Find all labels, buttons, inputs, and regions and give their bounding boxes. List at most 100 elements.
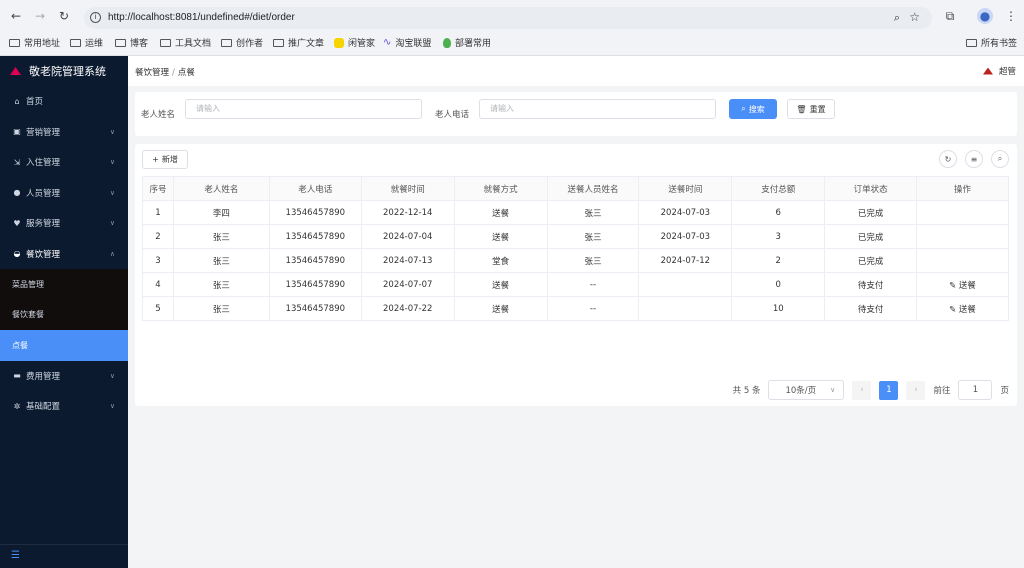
bookmark-star-icon[interactable]: ☆	[909, 10, 920, 24]
menu-dots-icon[interactable]: ⋮	[1003, 8, 1019, 24]
table-cell: 张三	[172, 224, 270, 249]
column-header: 送餐时间	[638, 176, 733, 201]
table-cell: --	[546, 296, 640, 321]
phone-label: 老人电话	[435, 110, 470, 120]
url-text[interactable]: http://localhost:8081/undefined#/diet/or…	[108, 12, 295, 23]
breadcrumb-separator: /	[172, 68, 175, 78]
column-settings-icon[interactable]: ≡	[965, 150, 983, 168]
edit-icon: ✎	[949, 280, 957, 291]
table-cell: 13546457890	[268, 248, 362, 273]
name-label: 老人姓名	[141, 110, 176, 120]
table-cell: 张三	[172, 272, 270, 297]
profile-icon[interactable]: ●	[977, 8, 993, 24]
table-cell: 张三	[546, 200, 640, 225]
bookmark-item[interactable]: 博客	[115, 36, 148, 49]
action-cell	[916, 200, 1009, 225]
chevron-down-icon: ∨	[109, 219, 115, 228]
deliver-action[interactable]: ✎ 送餐	[916, 296, 1009, 321]
deploy-icon	[443, 37, 451, 48]
sidebar-subitem-dishes[interactable]: 菜品管理	[0, 269, 128, 300]
name-input[interactable]: 请输入	[185, 99, 422, 119]
breadcrumb-item-current: 点餐	[177, 68, 195, 78]
back-arrow-icon[interactable]: ←	[8, 8, 24, 24]
sidebar: 敬老院管理系统 ⌂ 首页 ▣ 营销管理 ∨ ⇲ 入住管理 ∨ ● 人员管理 ∨ ♥ 服务管理 ∨ …	[0, 56, 128, 568]
prev-page-button[interactable]: ‹	[852, 380, 872, 400]
next-page-button[interactable]: ›	[906, 380, 926, 400]
sidebar-item-fees[interactable]: ▬ 费用管理 ∨	[0, 361, 128, 392]
forward-arrow-icon[interactable]: →	[32, 8, 48, 24]
table-cell: 2024-07-12	[638, 248, 733, 273]
bookmark-item[interactable]: 闲管家	[334, 36, 375, 49]
table-cell: 待支付	[824, 296, 918, 321]
table-row: 4 张三 13546457890 2024-07-07 送餐 -- 0 待支付 …	[142, 272, 1009, 297]
bookmark-item[interactable]: 运维	[70, 36, 103, 49]
address-bar[interactable]: i http://localhost:8081/undefined#/diet/…	[84, 7, 932, 29]
browser-chrome: ← → ↻ i http://localhost:8081/undefined#…	[0, 0, 1024, 56]
page-jump-input[interactable]: 1	[958, 380, 993, 400]
chevron-up-icon: ∧	[109, 249, 115, 258]
search-icon: ⌕	[741, 104, 746, 113]
refresh-icon[interactable]: ↻	[939, 150, 957, 168]
sidebar-item-checkin[interactable]: ⇲ 入住管理 ∨	[0, 147, 128, 178]
user-icon: ●	[13, 188, 21, 198]
table-cell: 张三	[172, 296, 270, 321]
table-cell: 6	[731, 200, 826, 225]
add-button[interactable]: + 新增	[142, 150, 188, 169]
user-menu[interactable]: 超管	[982, 65, 1016, 77]
app-logo[interactable]: 敬老院管理系统	[0, 56, 128, 86]
reload-icon[interactable]: ↻	[56, 8, 72, 24]
gear-icon: ✲	[13, 401, 21, 411]
table-cell: 送餐	[453, 272, 548, 297]
sidebar-item-home[interactable]: ⌂ 首页	[0, 86, 128, 117]
collapse-menu-icon[interactable]: ☰	[11, 550, 20, 561]
bookmark-item[interactable]: ∿ 淘宝联盟	[383, 36, 431, 49]
taobao-union-icon: ∿	[383, 37, 392, 48]
sidebar-item-marketing[interactable]: ▣ 营销管理 ∨	[0, 117, 128, 148]
sidebar-subitem-packages[interactable]: 餐饮套餐	[0, 299, 128, 330]
table-cell: 2	[142, 224, 174, 249]
bookmark-item[interactable]: 部署常用	[443, 36, 491, 49]
table-cell: 已完成	[824, 248, 918, 273]
all-bookmarks[interactable]: 所有书签	[966, 36, 1017, 49]
column-header: 支付总额	[731, 176, 826, 201]
table-row: 1 李四 13546457890 2022-12-14 送餐 张三 2024-0…	[142, 200, 1009, 225]
toggle-search-icon[interactable]: ⌕	[991, 150, 1009, 168]
table-cell: 张三	[172, 248, 270, 273]
user-name: 超管	[998, 67, 1016, 77]
bookmark-item[interactable]: 创作者	[221, 36, 263, 49]
bookmark-item[interactable]: 常用地址	[9, 36, 60, 49]
folder-icon	[273, 38, 284, 47]
sidebar-item-service[interactable]: ♥ 服务管理 ∨	[0, 208, 128, 239]
sidebar-item-config[interactable]: ✲ 基础配置 ∨	[0, 391, 128, 422]
chevron-down-icon: ∨	[109, 402, 115, 411]
column-header: 就餐时间	[360, 176, 455, 201]
chevron-down-icon: ∨	[109, 188, 115, 197]
reset-button[interactable]: 🗑 重置	[787, 99, 835, 119]
extensions-icon[interactable]: ⧉	[942, 8, 958, 24]
table-cell: 张三	[546, 248, 640, 273]
column-header: 序号	[142, 176, 174, 201]
bookmark-item[interactable]: 推广文章	[273, 36, 324, 49]
table-cell	[638, 296, 733, 321]
table-cell: 2024-07-13	[360, 248, 455, 273]
column-header: 老人姓名	[172, 176, 270, 201]
sidebar-item-dining[interactable]: ◒ 餐饮管理 ∧	[0, 239, 128, 270]
page-number-current[interactable]: 1	[879, 380, 899, 400]
sidebar-item-staff[interactable]: ● 人员管理 ∨	[0, 178, 128, 209]
table-cell: 2024-07-04	[360, 224, 455, 249]
search-button[interactable]: ⌕ 搜索	[729, 99, 777, 119]
breadcrumb: 餐饮管理 / 点餐	[135, 66, 195, 78]
xianguanjia-icon	[334, 37, 344, 48]
bookmark-item[interactable]: 工具文档	[160, 36, 211, 49]
order-table: 序号 老人姓名 老人电话 就餐时间 就餐方式 送餐人员姓名 送餐时间 支付总额 …	[142, 176, 1009, 321]
page-size-select[interactable]: 10条/页 ∨	[768, 380, 845, 400]
zoom-icon[interactable]: ⌕	[894, 11, 900, 25]
table-cell: 2022-12-14	[360, 200, 455, 225]
deliver-action[interactable]: ✎ 送餐	[916, 272, 1009, 297]
breadcrumb-item[interactable]: 餐饮管理	[135, 68, 169, 78]
app-title: 敬老院管理系统	[29, 65, 106, 78]
sidebar-subitem-order[interactable]: 点餐	[0, 330, 128, 361]
folder-icon	[160, 38, 171, 47]
site-info-icon[interactable]: i	[90, 12, 101, 23]
phone-input[interactable]: 请输入	[479, 99, 716, 119]
